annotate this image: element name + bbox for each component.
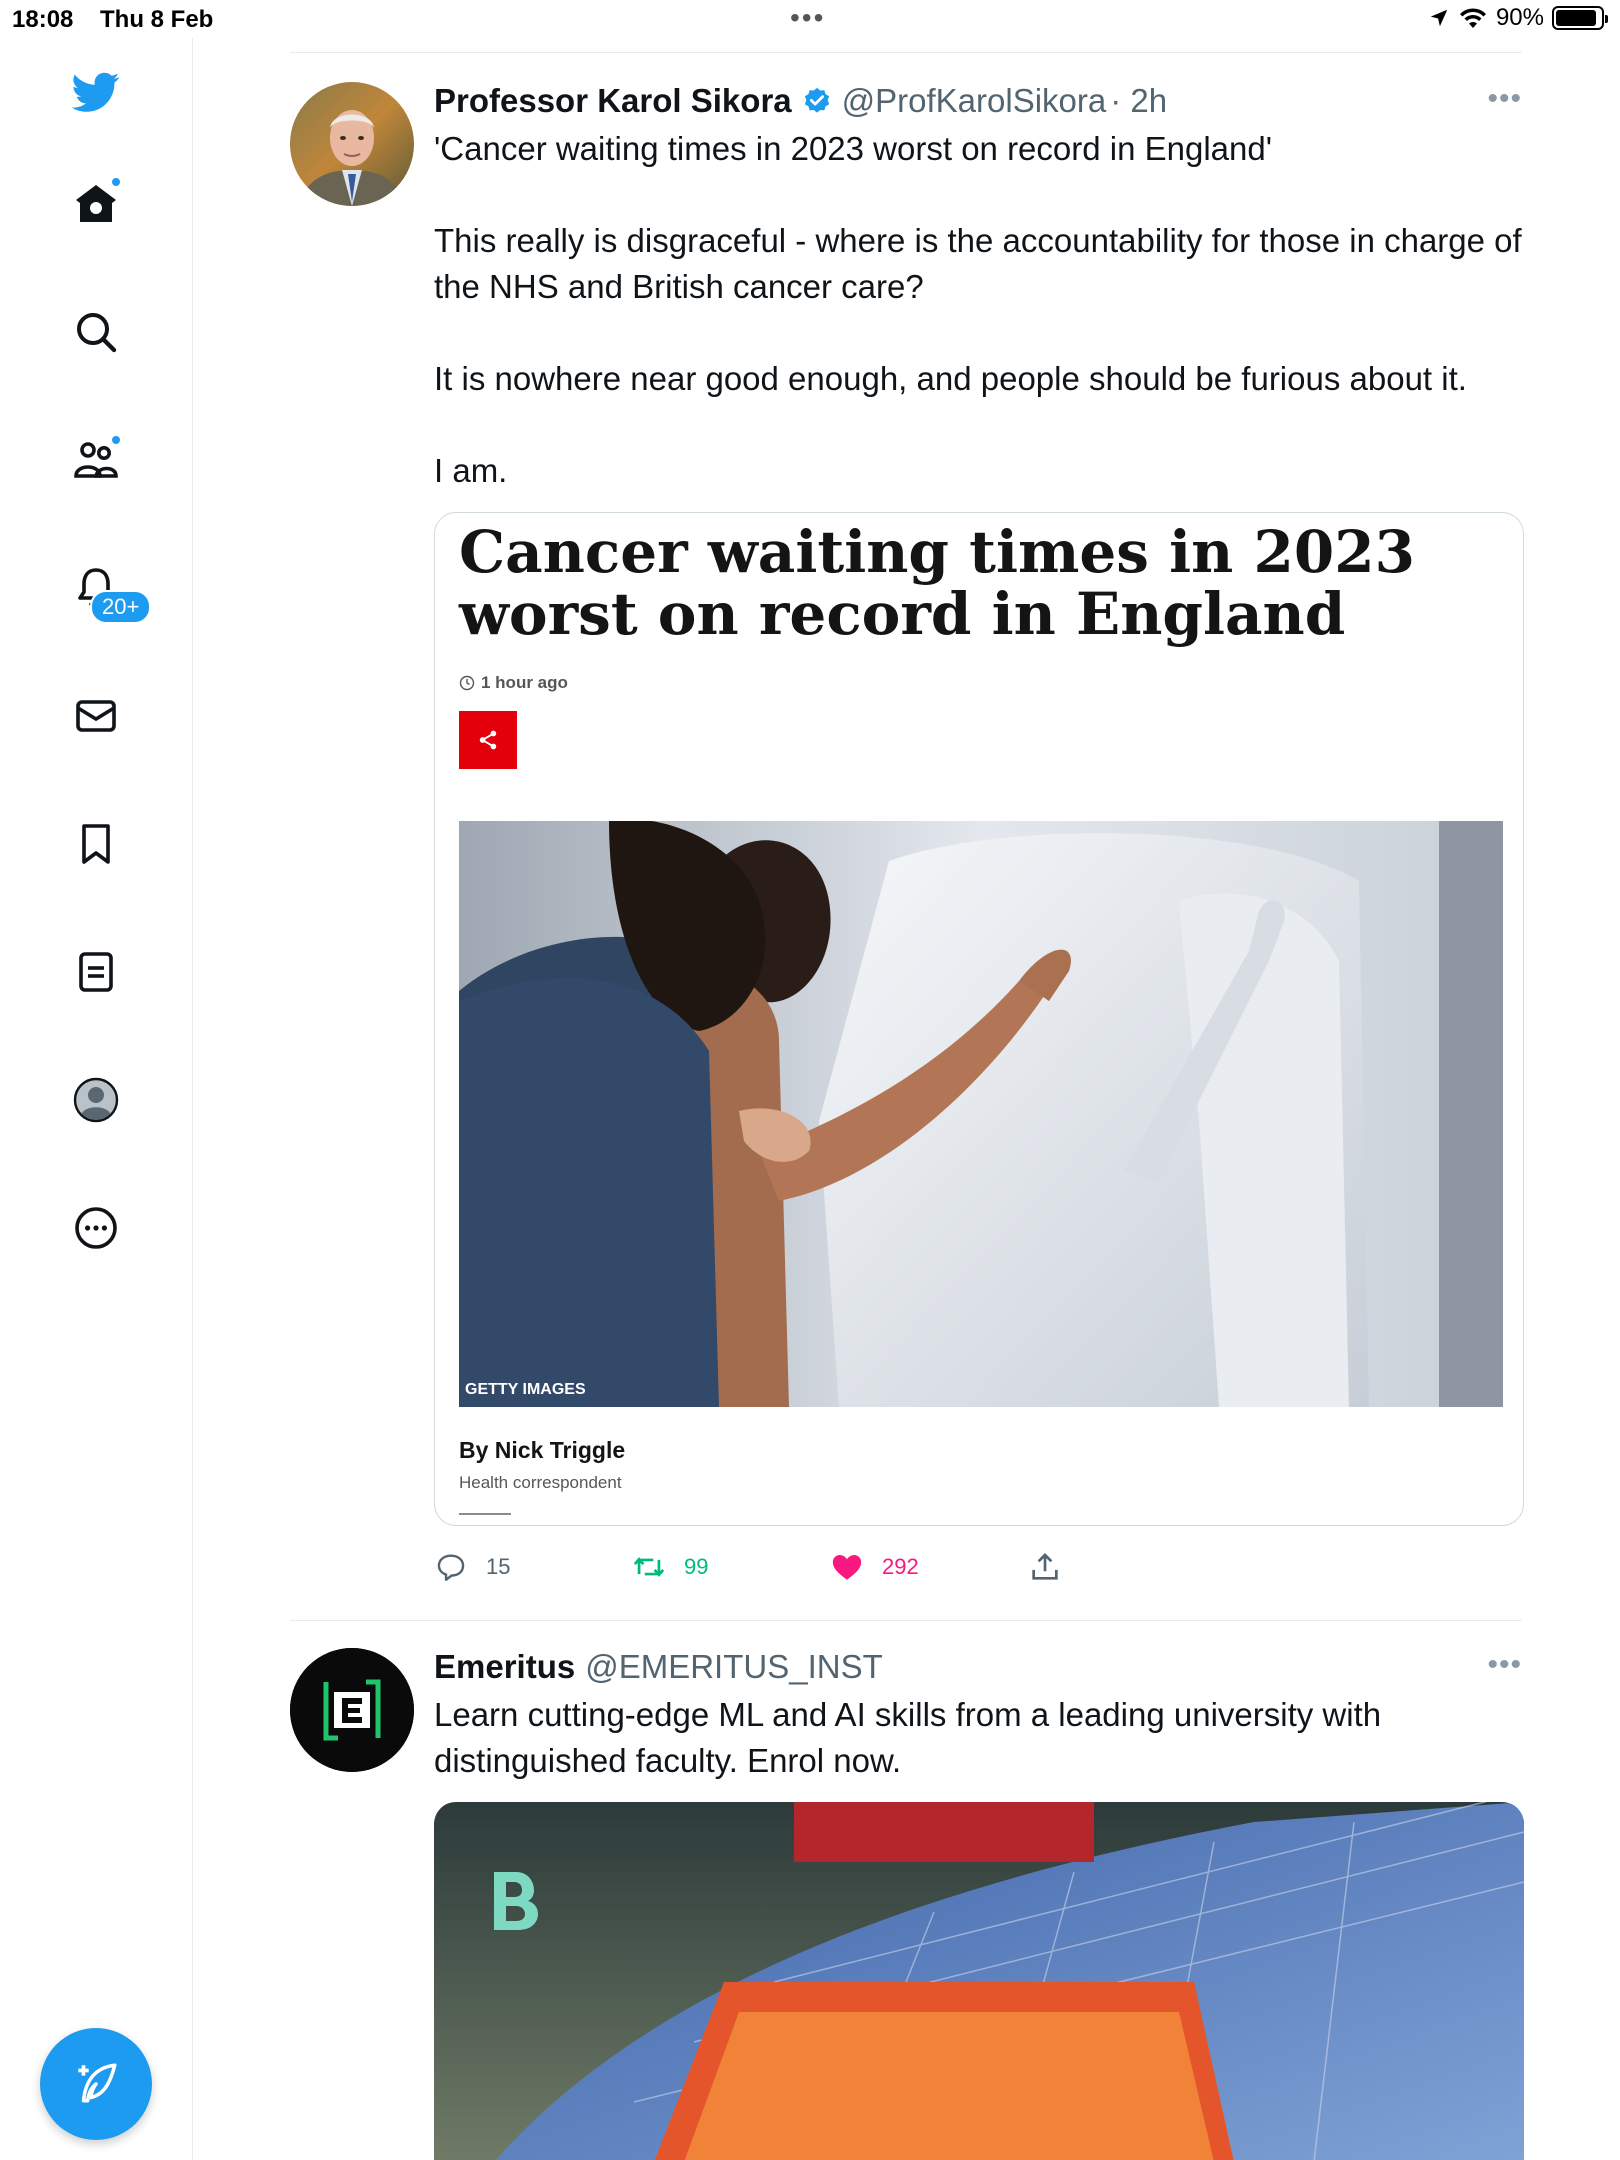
card-photo: GETTY IMAGES (459, 821, 1503, 1407)
verified-badge-icon (804, 87, 829, 113)
like-count: 292 (882, 1554, 919, 1579)
reply-button[interactable]: 15 (434, 1550, 510, 1584)
twitter-logo-icon[interactable] (66, 62, 126, 122)
sidebar-item-profile[interactable] (66, 1070, 126, 1130)
compose-button[interactable] (40, 2028, 152, 2140)
author-handle[interactable]: @EMERITUS_INST (585, 1648, 883, 1686)
battery-icon (1552, 6, 1608, 30)
avatar[interactable] (290, 1648, 414, 1772)
heart-icon (832, 1554, 862, 1580)
share-upload-icon (1032, 1553, 1058, 1580)
more-circle-icon (75, 1207, 117, 1249)
wifi-icon (1459, 8, 1486, 28)
battery-percent: 90% (1495, 4, 1544, 31)
card-share-button[interactable] (459, 711, 517, 769)
retweet-button[interactable]: 99 (632, 1550, 708, 1584)
tweet-actions: 15 99 292 (434, 1550, 1334, 1590)
bookmark-icon (82, 824, 110, 864)
link-card[interactable]: Cancer waiting times in 2023 worst on re… (434, 512, 1524, 1526)
status-time: 18:08 (12, 6, 74, 33)
card-title: Cancer waiting times in 2023 worst on re… (459, 518, 1415, 648)
location-icon (1430, 9, 1448, 27)
sidebar-item-home[interactable] (66, 174, 126, 234)
sidebar-item-bookmarks[interactable] (66, 814, 126, 874)
notification-badge: 20+ (90, 590, 152, 624)
reply-icon (437, 1554, 465, 1581)
more-options-icon[interactable]: ••• (1487, 82, 1522, 116)
sidebar-item-explore[interactable] (66, 302, 126, 362)
retweet-count: 99 (684, 1554, 709, 1579)
sidebar-item-more[interactable] (66, 1198, 126, 1258)
status-bar: 18:08 Thu 8 Feb ••• 90% (0, 0, 1620, 38)
author-name[interactable]: Emeritus (434, 1648, 575, 1686)
status-date: Thu 8 Feb (100, 6, 214, 33)
more-options-icon[interactable]: ••• (1487, 1648, 1522, 1682)
card-rule (459, 1513, 511, 1515)
clock-icon (459, 675, 475, 691)
tweet-time[interactable]: · 2h (1110, 82, 1167, 120)
search-icon (77, 313, 117, 353)
sidebar-item-messages[interactable] (66, 686, 126, 746)
list-icon (79, 952, 113, 992)
retweet-icon (633, 1557, 665, 1577)
card-timestamp: 1 hour ago (481, 673, 568, 692)
avatar[interactable] (290, 82, 414, 206)
author-handle[interactable]: @ProfKarolSikora (842, 82, 1107, 120)
like-button[interactable]: 292 (830, 1550, 919, 1584)
compose-icon (78, 2063, 117, 2103)
sidebar-item-lists[interactable] (66, 942, 126, 1002)
promo-image[interactable] (434, 1802, 1524, 2160)
share-icon (479, 730, 497, 750)
feed-top-divider (290, 52, 1522, 53)
tweet-text: Learn cutting-edge ML and AI skills from… (434, 1696, 1391, 1779)
author-name[interactable]: Professor Karol Sikora (434, 82, 792, 120)
card-author-role: Health correspondent (459, 1473, 622, 1492)
card-byline: By Nick Triggle (459, 1437, 626, 1463)
sidebar-item-communities[interactable] (66, 430, 126, 490)
photo-credit: GETTY IMAGES (465, 1381, 586, 1398)
multitasking-dots-icon[interactable]: ••• (790, 2, 825, 34)
share-tweet-button[interactable] (1028, 1550, 1062, 1584)
mail-icon (76, 700, 116, 732)
reply-count: 15 (486, 1554, 511, 1579)
tweet-text: 'Cancer waiting times in 2023 worst on r… (434, 130, 1522, 489)
tweet-divider (290, 1620, 1522, 1621)
profile-icon (73, 1077, 119, 1123)
sidebar: 20+ (0, 38, 193, 2160)
